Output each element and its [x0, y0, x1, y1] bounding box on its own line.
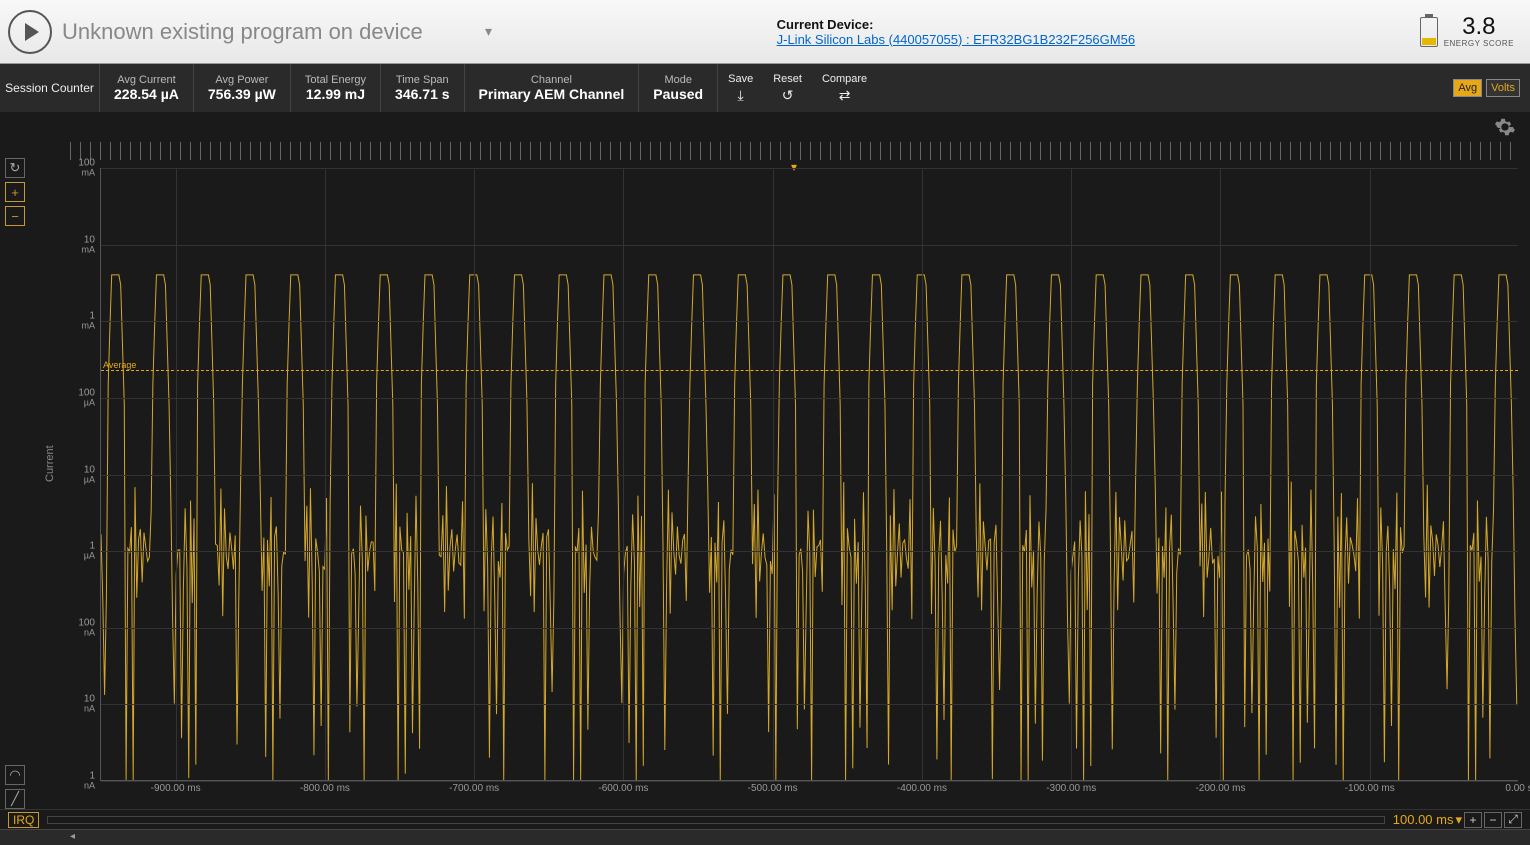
settings-icon[interactable]	[1494, 116, 1516, 138]
top-bar: Unknown existing program on device ▾ Cur…	[0, 0, 1530, 64]
y-axis-title: Current	[44, 445, 56, 482]
volts-toggle[interactable]: Volts	[1486, 79, 1520, 97]
compare-icon: ⇄	[839, 87, 851, 103]
reset-button[interactable]: Reset↺	[763, 64, 812, 112]
curve-mode-button[interactable]: ◠	[5, 765, 25, 785]
irq-button[interactable]: IRQ	[8, 812, 39, 828]
play-icon	[25, 23, 39, 41]
compare-button[interactable]: Compare⇄	[812, 64, 877, 112]
program-dropdown[interactable]: Unknown existing program on device ▾	[62, 19, 492, 45]
stat-time-span: Time Span346.71 s	[381, 64, 465, 112]
fit-button[interactable]: ⤢	[1504, 812, 1522, 828]
stat-avg-current: Avg Current228.54 µA	[100, 64, 194, 112]
energy-score: 3.8 ENERGY SCORE	[1420, 15, 1522, 48]
energy-score-value: 3.8	[1444, 15, 1514, 39]
plot-area[interactable]: Average 100mA10mA1mA100µA10µA1µA100nA10n…	[100, 168, 1518, 781]
refresh-button[interactable]: ↻	[5, 158, 25, 178]
gear-row	[0, 112, 1530, 142]
caret-down-icon: ▾	[485, 23, 492, 40]
energy-score-label: ENERGY SCORE	[1444, 39, 1514, 48]
stats-bar: Session Counter Avg Current228.54 µA Avg…	[0, 64, 1530, 112]
device-link[interactable]: J-Link Silicon Labs (440057055) : EFR32B…	[777, 32, 1135, 47]
stat-avg-power: Avg Power756.39 µW	[194, 64, 291, 112]
time-window[interactable]: 100.00 ms ▾	[1393, 812, 1462, 828]
chart-main[interactable]: ▾ Current Average 100mA10mA1mA100µA10µA1…	[30, 142, 1530, 809]
zoom-in-y-button[interactable]: +	[5, 182, 25, 202]
zoom-out-y-button[interactable]: −	[5, 206, 25, 226]
time-ruler[interactable]: ▾	[70, 142, 1518, 160]
play-button[interactable]	[8, 10, 52, 54]
bottom-bar: IRQ 100.00 ms ▾ + − ⤢	[0, 809, 1530, 829]
download-icon: ⤓	[738, 87, 744, 103]
save-button[interactable]: Save⤓	[718, 64, 763, 112]
battery-icon	[1420, 17, 1438, 47]
zoom-in-x-button[interactable]: +	[1464, 812, 1482, 828]
device-label: Current Device:	[777, 17, 1135, 32]
zoom-out-x-button[interactable]: −	[1484, 812, 1502, 828]
caret-down-icon: ▾	[1455, 812, 1462, 828]
timeline-track[interactable]	[47, 816, 1384, 824]
session-counter-label: Session Counter	[0, 64, 100, 112]
avg-toggle[interactable]: Avg	[1453, 79, 1482, 97]
stat-total-energy: Total Energy12.99 mJ	[291, 64, 381, 112]
scroll-left-icon: ◂	[70, 831, 75, 842]
stat-channel: ChannelPrimary AEM Channel	[465, 64, 640, 112]
line-mode-button[interactable]: ╱	[5, 789, 25, 809]
chart-zone: ↻ + − ◠ ╱ ▾ Current Average 100mA10mA1mA…	[0, 142, 1530, 809]
scroll-bar[interactable]: ◂	[0, 829, 1530, 845]
device-info: Current Device: J-Link Silicon Labs (440…	[757, 17, 1155, 47]
program-placeholder: Unknown existing program on device	[62, 19, 423, 45]
undo-icon: ↺	[782, 87, 794, 103]
stat-mode: ModePaused	[639, 64, 718, 112]
left-tools: ↻ + − ◠ ╱	[0, 142, 30, 809]
